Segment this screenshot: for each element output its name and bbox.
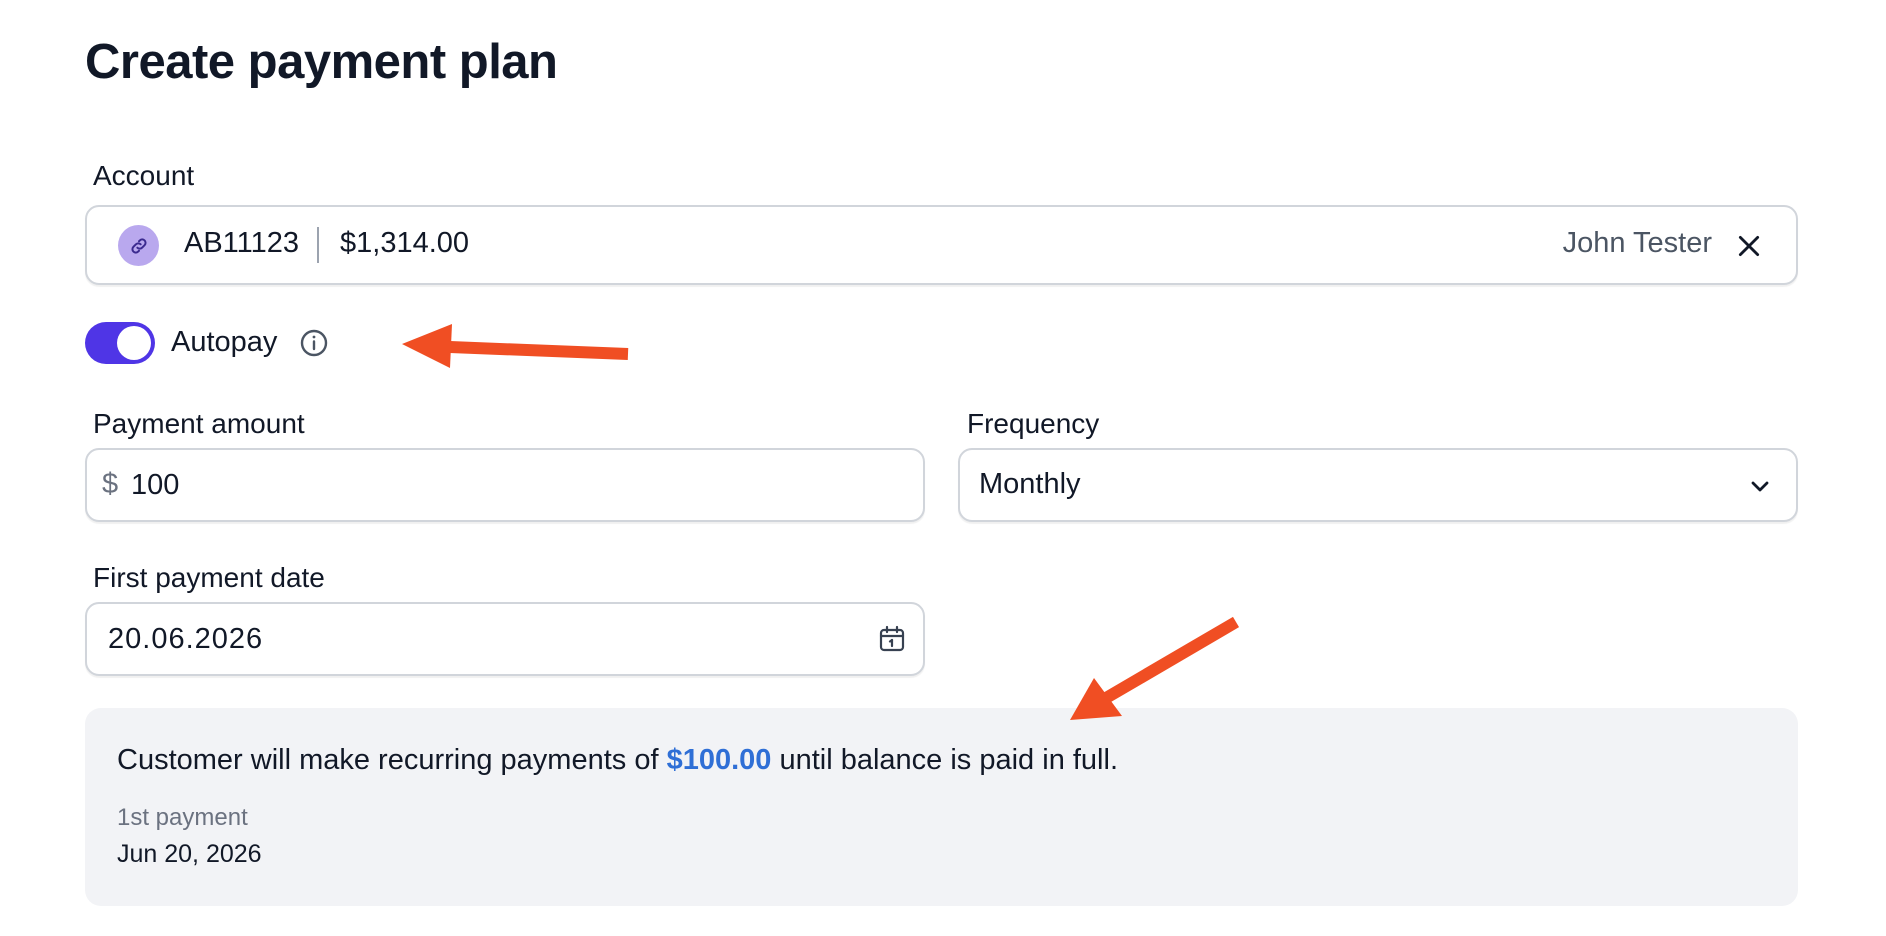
summary-amount: $100.00 — [666, 744, 772, 776]
account-label: Account — [93, 160, 195, 191]
link-icon — [118, 225, 159, 266]
payment-amount-label: Payment amount — [93, 408, 305, 439]
payment-amount-input[interactable] — [131, 463, 891, 507]
first-payment-label: 1st payment — [117, 804, 248, 831]
account-holder-name: John Tester — [1562, 227, 1712, 259]
frequency-label: Frequency — [967, 408, 1100, 439]
payment-amount-field: $ — [85, 448, 925, 522]
summary-text: Customer will make recurring payments of… — [117, 744, 1118, 777]
close-icon[interactable] — [1736, 233, 1762, 259]
account-balance: $1,314.00 — [340, 227, 470, 259]
payment-summary-panel: Customer will make recurring payments of… — [85, 708, 1798, 906]
currency-symbol: $ — [102, 468, 119, 500]
info-icon[interactable] — [299, 328, 329, 358]
page-title: Create payment plan — [85, 35, 558, 89]
first-payment-date-field — [85, 602, 925, 676]
account-separator — [317, 227, 319, 263]
chevron-down-icon — [1751, 481, 1769, 492]
calendar-icon[interactable] — [877, 624, 907, 654]
account-field[interactable]: AB11123 $1,314.00 John Tester — [85, 205, 1798, 285]
first-payment-date-value: Jun 20, 2026 — [117, 840, 262, 868]
first-payment-date-input[interactable] — [108, 617, 808, 661]
summary-text-before: Customer will make recurring payments of — [117, 744, 667, 776]
frequency-selected-value: Monthly — [979, 468, 1081, 500]
autopay-toggle[interactable] — [85, 322, 155, 364]
summary-text-after: until balance is paid in full. — [771, 744, 1119, 776]
account-id: AB11123 — [184, 227, 300, 259]
first-payment-date-label: First payment date — [93, 562, 325, 593]
toggle-knob — [117, 326, 151, 360]
autopay-label: Autopay — [171, 326, 278, 358]
frequency-select[interactable]: Monthly — [958, 448, 1798, 522]
